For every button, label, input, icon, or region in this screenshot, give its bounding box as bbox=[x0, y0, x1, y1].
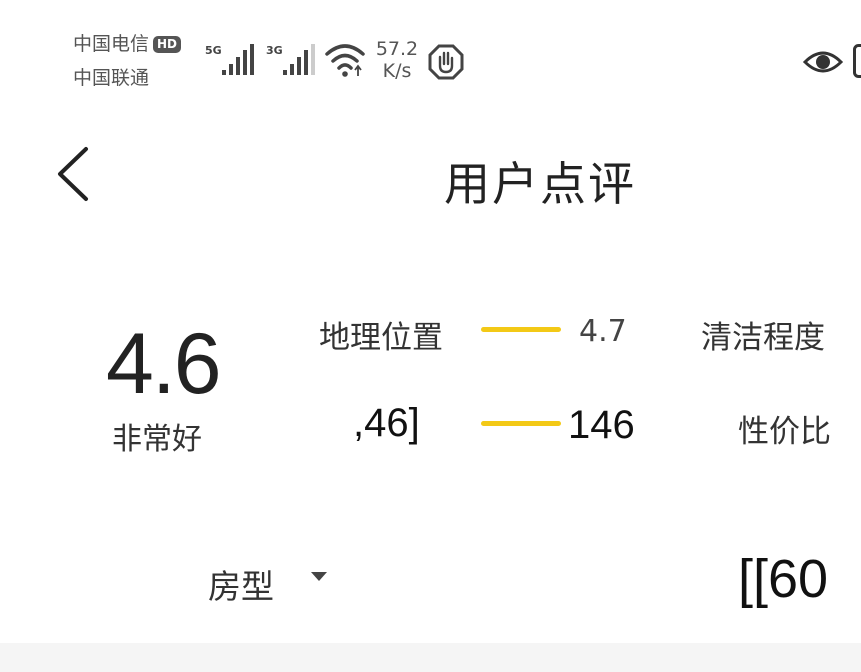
row2-score-value: 146 bbox=[568, 403, 635, 447]
page-title: 用户点评 bbox=[444, 157, 636, 211]
signal-bars-1-icon bbox=[222, 44, 254, 75]
overall-score: 4.6 bbox=[106, 316, 222, 412]
network-speed-value: 57.2 bbox=[375, 38, 419, 60]
signal-type-1: 5G bbox=[205, 44, 222, 57]
section-divider bbox=[0, 643, 861, 672]
filter-right-value: [[60 bbox=[738, 549, 829, 609]
wifi-icon bbox=[325, 44, 365, 77]
hand-stop-icon bbox=[428, 44, 464, 80]
signal-bars-2-icon bbox=[283, 44, 315, 75]
cleanliness-label: 清洁程度 bbox=[701, 320, 825, 356]
location-score-value: 4.7 bbox=[579, 314, 627, 349]
carrier-2: 中国联通 bbox=[73, 67, 150, 89]
carrier-1-name: 中国电信 bbox=[73, 33, 150, 55]
battery-icon bbox=[853, 44, 861, 78]
value-for-money-label: 性价比 bbox=[738, 414, 831, 450]
row2-left-value: ,46] bbox=[353, 401, 420, 445]
chevron-down-icon[interactable] bbox=[311, 572, 327, 581]
overall-score-label: 非常好 bbox=[112, 422, 202, 457]
hd-badge: HD bbox=[153, 36, 182, 53]
room-type-filter[interactable]: 房型 bbox=[208, 560, 274, 608]
network-speed: 57.2 K/s bbox=[373, 38, 421, 82]
location-label: 地理位置 bbox=[319, 320, 443, 356]
signal-type-2: 3G bbox=[266, 44, 283, 57]
carrier-1: 中国电信 HD bbox=[73, 33, 182, 55]
eye-icon bbox=[803, 51, 843, 73]
location-score-bar bbox=[481, 327, 561, 332]
network-speed-unit: K/s bbox=[382, 60, 412, 82]
row2-score-bar bbox=[481, 421, 561, 426]
